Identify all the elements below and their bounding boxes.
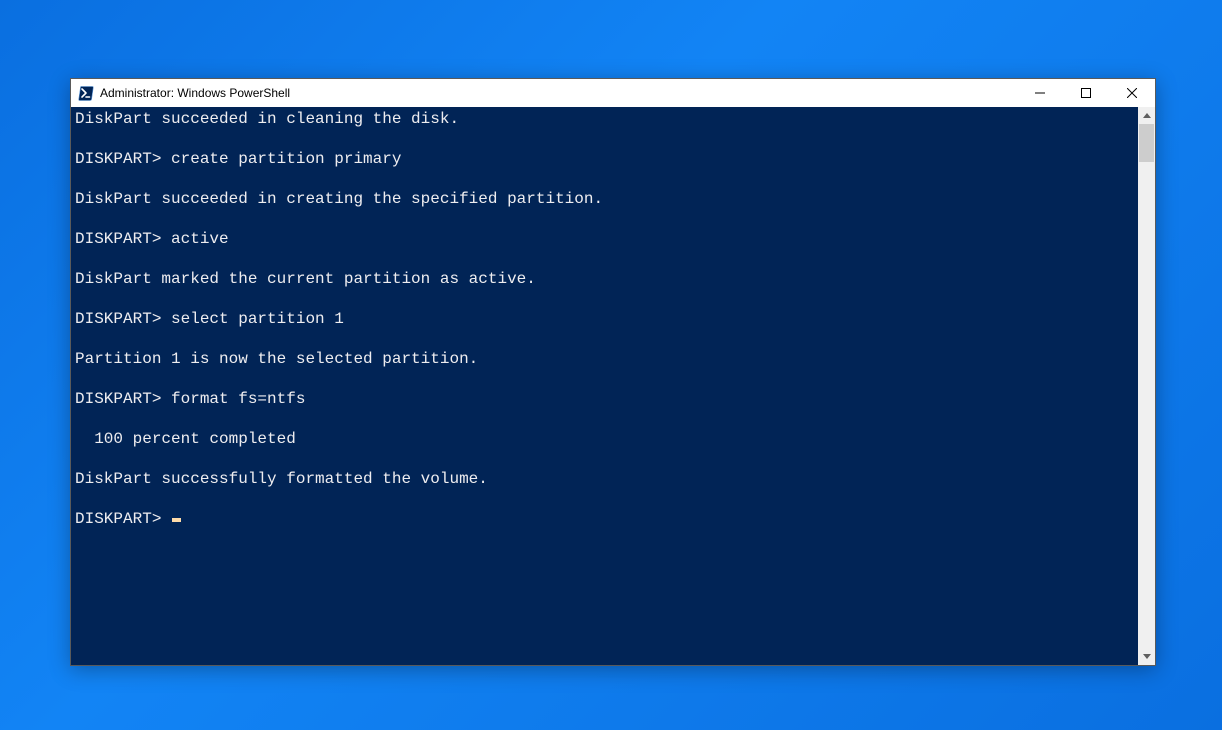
terminal-line: DiskPart succeeded in creating the speci…	[75, 189, 1138, 209]
titlebar[interactable]: Administrator: Windows PowerShell	[71, 79, 1155, 107]
scrollbar-vertical[interactable]	[1138, 107, 1155, 665]
maximize-button[interactable]	[1063, 79, 1109, 107]
terminal-line: DISKPART> active	[75, 229, 1138, 249]
terminal-line: DISKPART>	[75, 509, 1138, 529]
terminal-line	[75, 129, 1138, 149]
terminal-line	[75, 369, 1138, 389]
window-title: Administrator: Windows PowerShell	[100, 86, 1017, 100]
terminal-line: DISKPART> format fs=ntfs	[75, 389, 1138, 409]
terminal-line: DiskPart marked the current partition as…	[75, 269, 1138, 289]
scroll-thumb[interactable]	[1139, 124, 1154, 162]
terminal-line	[75, 249, 1138, 269]
terminal-output[interactable]: DiskPart succeeded in cleaning the disk.…	[71, 107, 1138, 665]
terminal-line	[75, 289, 1138, 309]
terminal-line	[75, 329, 1138, 349]
scroll-down-button[interactable]	[1138, 648, 1155, 665]
terminal-line	[75, 489, 1138, 509]
terminal-line: Partition 1 is now the selected partitio…	[75, 349, 1138, 369]
terminal-line	[75, 209, 1138, 229]
powershell-window: Administrator: Windows PowerShell DiskPa…	[70, 78, 1156, 666]
client-area: DiskPart succeeded in cleaning the disk.…	[71, 107, 1155, 665]
terminal-line	[75, 409, 1138, 429]
window-controls	[1017, 79, 1155, 107]
close-button[interactable]	[1109, 79, 1155, 107]
minimize-button[interactable]	[1017, 79, 1063, 107]
powershell-icon	[78, 85, 94, 101]
terminal-line: DiskPart successfully formatted the volu…	[75, 469, 1138, 489]
cursor	[172, 518, 181, 522]
scroll-up-button[interactable]	[1138, 107, 1155, 124]
terminal-line: 100 percent completed	[75, 429, 1138, 449]
terminal-line	[75, 449, 1138, 469]
terminal-line: DiskPart succeeded in cleaning the disk.	[75, 109, 1138, 129]
terminal-line: DISKPART> select partition 1	[75, 309, 1138, 329]
terminal-line	[75, 169, 1138, 189]
terminal-line: DISKPART> create partition primary	[75, 149, 1138, 169]
